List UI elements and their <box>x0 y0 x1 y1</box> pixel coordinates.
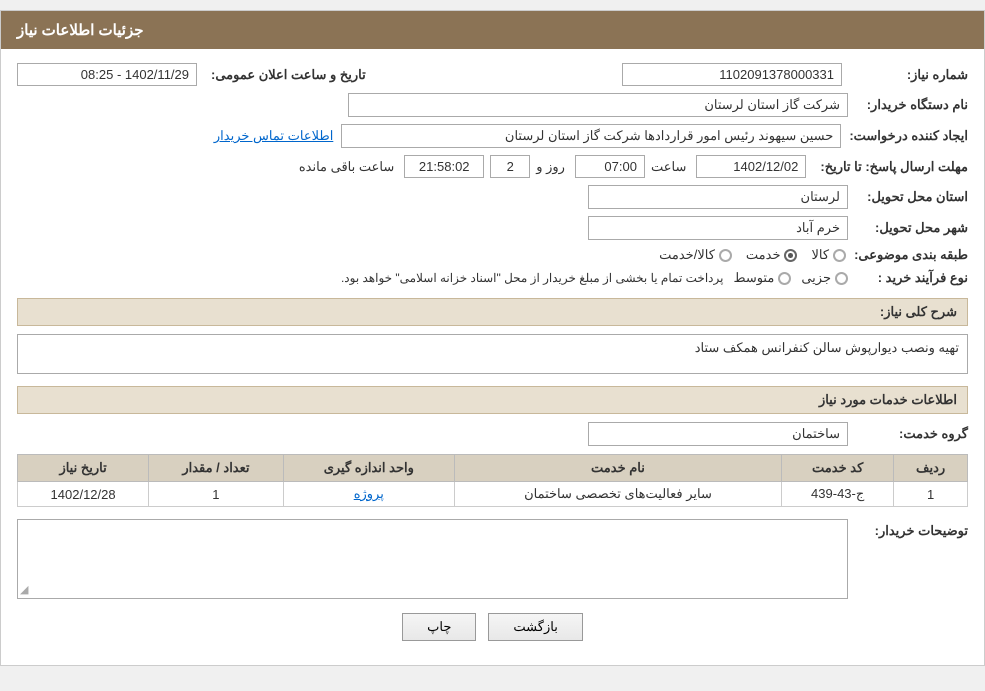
ostan-value: لرستان <box>588 185 848 209</box>
roz-label: روز و <box>536 159 565 175</box>
tarikh-elam-value: 1402/11/29 - 08:25 <box>17 63 197 86</box>
services-table-section: ردیف کد خدمت نام خدمت واحد اندازه گیری ت… <box>17 454 968 507</box>
gorohe-khadamat-value: ساختمان <box>588 422 848 446</box>
radio-jozii[interactable]: جزیی <box>801 270 848 286</box>
remaining-label: ساعت باقی مانده <box>299 159 394 175</box>
day-value: 2 <box>490 155 530 178</box>
ijadKonande-value: حسین سیهوند رئیس امور قراردادها شرکت گاز… <box>341 124 841 148</box>
mohlatErsal-label: مهلت ارسال پاسخ: تا تاریخ: <box>812 159 968 175</box>
radio-jozii-circle <box>835 272 848 285</box>
contact-info-link[interactable]: اطلاعات تماس خریدار <box>214 128 333 144</box>
radio-kala-circle <box>833 249 846 262</box>
time-label: ساعت <box>651 159 686 175</box>
services-table: ردیف کد خدمت نام خدمت واحد اندازه گیری ت… <box>17 454 968 507</box>
radio-kala-khadamat-label: کالا/خدمت <box>659 247 715 263</box>
namDastgah-value: شرکت گاز استان لرستان <box>348 93 848 117</box>
tarikh-elam-label: تاریخ و ساعت اعلان عمومی: <box>203 67 366 83</box>
shahr-label: شهر محل تحویل: <box>848 220 968 236</box>
resize-icon: ◢ <box>20 583 28 596</box>
time-value: 07:00 <box>575 155 645 178</box>
radio-motavasset-label: متوسط <box>733 270 774 286</box>
tabaqe-radio-group: کالا خدمت کالا/خدمت <box>659 247 846 263</box>
table-cell: سایر فعالیت‌های تخصصی ساختمان <box>454 482 781 507</box>
table-cell: 1 <box>149 482 284 507</box>
noeFarayand-label: نوع فرآیند خرید : <box>848 270 968 286</box>
sharh-section-title: شرح کلی نیاز: <box>17 298 968 326</box>
ostan-label: استان محل تحویل: <box>848 189 968 205</box>
radio-kala-label: کالا <box>811 247 829 263</box>
radio-kala-khadamat-circle <box>719 249 732 262</box>
col-kod: کد خدمت <box>782 455 894 482</box>
radio-kala-khadamat[interactable]: کالا/خدمت <box>659 247 732 263</box>
radio-khadamat-circle <box>784 249 797 262</box>
remaining-value: 21:58:02 <box>404 155 484 178</box>
col-radif: ردیف <box>894 455 968 482</box>
ijadKonande-label: ایجاد کننده درخواست: <box>841 128 968 144</box>
radio-khadamat[interactable]: خدمت <box>746 247 798 263</box>
buttons-row: بازگشت چاپ <box>17 613 968 641</box>
col-tedad: تعداد / مقدار <box>149 455 284 482</box>
radio-kala[interactable]: کالا <box>811 247 846 263</box>
print-button[interactable]: چاپ <box>402 613 476 641</box>
table-row: 1ج-43-439سایر فعالیت‌های تخصصی ساختمانپر… <box>18 482 968 507</box>
buyer-desc-row: توضیحات خریدار: ◢ <box>17 519 968 599</box>
page-header: جزئیات اطلاعات نیاز <box>1 11 984 49</box>
table-cell[interactable]: پروژه <box>283 482 454 507</box>
back-button[interactable]: بازگشت <box>488 613 582 641</box>
shomareNiaz-label: شماره نیاز: <box>848 67 968 83</box>
table-cell: ج-43-439 <box>782 482 894 507</box>
table-cell: 1402/12/28 <box>18 482 149 507</box>
process-note: پرداخت تمام یا بخشی از مبلغ خریدار از مح… <box>341 271 724 285</box>
date-value: 1402/12/02 <box>696 155 806 178</box>
table-cell: 1 <box>894 482 968 507</box>
namDastgah-label: نام دستگاه خریدار: <box>848 97 968 113</box>
radio-motavasset[interactable]: متوسط <box>733 270 791 286</box>
shomareNiaz-value: 1102091378000331 <box>622 63 842 86</box>
buyer-desc-label: توضیحات خریدار: <box>848 519 968 539</box>
radio-motavasset-circle <box>778 272 791 285</box>
khadamat-section-title: اطلاعات خدمات مورد نیاز <box>17 386 968 414</box>
sharh-value: تهیه ونصب دیوارپوش سالن کنفرانس همکف ستا… <box>17 334 968 374</box>
page-title: جزئیات اطلاعات نیاز <box>17 22 144 39</box>
radio-jozii-label: جزیی <box>801 270 831 286</box>
shahr-value: خرم آباد <box>588 216 848 240</box>
tabaqe-label: طبقه بندی موضوعی: <box>846 247 968 263</box>
gorohe-khadamat-label: گروه خدمت: <box>848 426 968 442</box>
buyer-desc-box: ◢ <box>17 519 848 599</box>
col-tarikh: تاریخ نیاز <box>18 455 149 482</box>
col-vahed: واحد اندازه گیری <box>283 455 454 482</box>
col-name: نام خدمت <box>454 455 781 482</box>
radio-khadamat-label: خدمت <box>746 247 781 263</box>
